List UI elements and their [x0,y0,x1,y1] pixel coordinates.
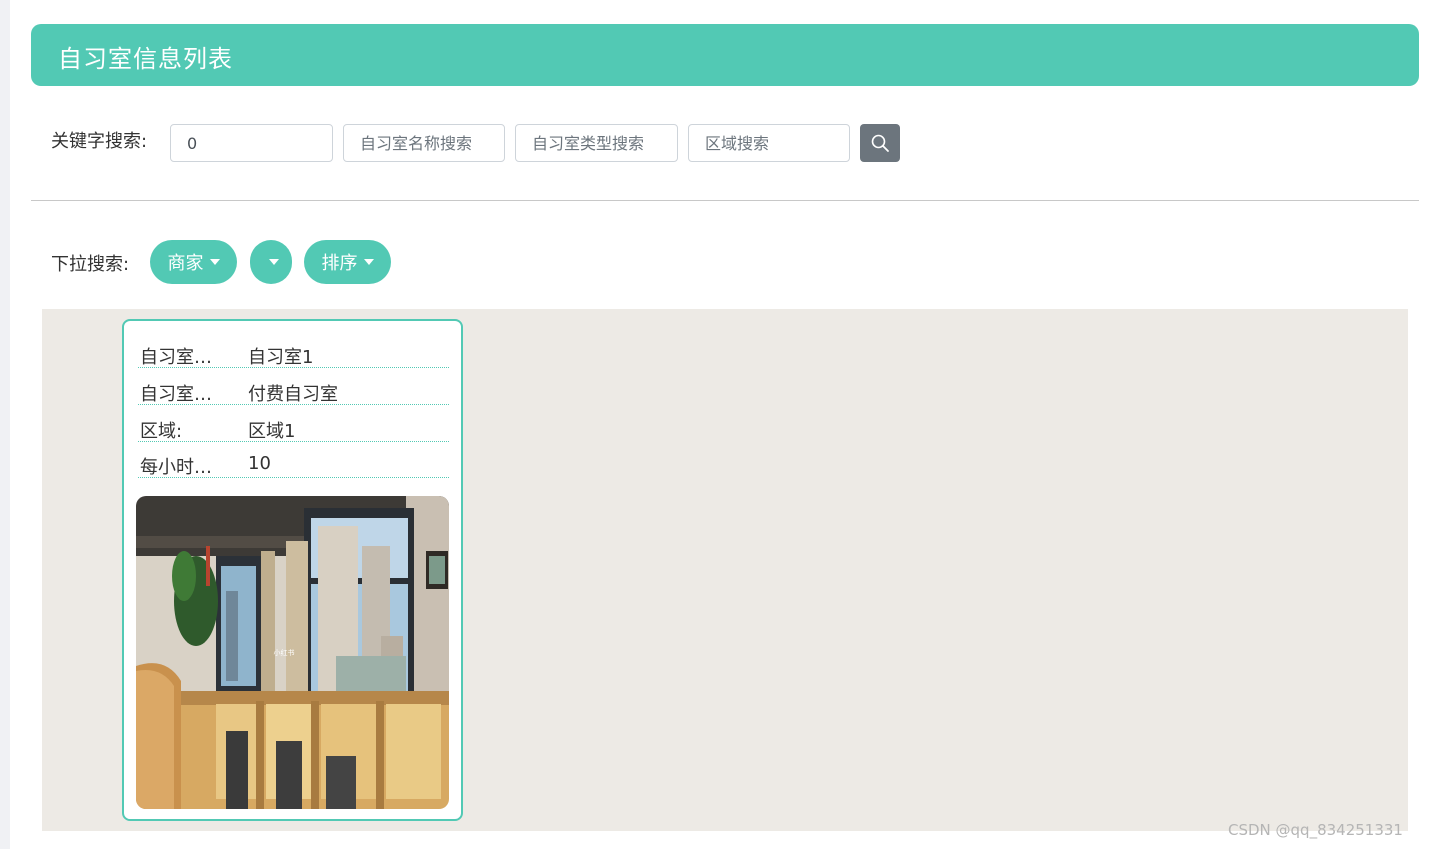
field-key: 自习室… [140,384,212,405]
keyword-input[interactable] [170,124,333,162]
field-value: 自习室1 [248,347,314,368]
study-room-photo[interactable]: 小红书 [136,496,449,809]
dropdown-search-label: 下拉搜索: [51,254,130,275]
area-search-input[interactable] [688,124,850,162]
sort-dropdown[interactable]: 排序 [304,240,391,284]
field-value: 10 [248,453,271,474]
study-room-illustration: 小红书 [136,496,449,809]
unlabeled-dropdown[interactable] [250,240,292,284]
search-icon [871,134,889,152]
merchant-dropdown[interactable]: 商家 [150,240,237,284]
merchant-dropdown-label: 商家 [167,253,204,274]
field-key: 区域: [140,421,183,442]
caret-down-icon [363,259,374,265]
sort-dropdown-label: 排序 [321,253,358,274]
room-name-search-input[interactable] [343,124,505,162]
photo-watermark-text: 小红书 [274,648,295,657]
field-key: 每小时… [140,457,212,478]
field-key: 自习室… [140,347,212,368]
page-header: 自习室信息列表 [31,24,1419,86]
keyword-search-label: 关键字搜索: [51,131,148,152]
caret-down-icon [269,259,279,265]
study-room-card[interactable]: 自习室… 自习室1 自习室… 付费自习室 区域: 区域1 每小时… 10 小红书 [122,319,463,821]
card-field-row: 每小时… 10 [138,441,449,478]
room-type-search-input[interactable] [515,124,678,162]
section-divider [31,200,1419,201]
search-button[interactable] [860,124,900,162]
watermark-text: CSDN @qq_834251331 [1228,821,1403,839]
card-field-row: 自习室… 付费自习室 [138,368,449,405]
left-edge-strip [0,0,10,849]
card-field-row: 自习室… 自习室1 [138,331,449,368]
caret-down-icon [209,259,220,265]
page-title: 自习室信息列表 [58,45,233,73]
field-value: 区域1 [248,421,296,442]
field-value: 付费自习室 [248,384,338,405]
card-field-row: 区域: 区域1 [138,405,449,442]
